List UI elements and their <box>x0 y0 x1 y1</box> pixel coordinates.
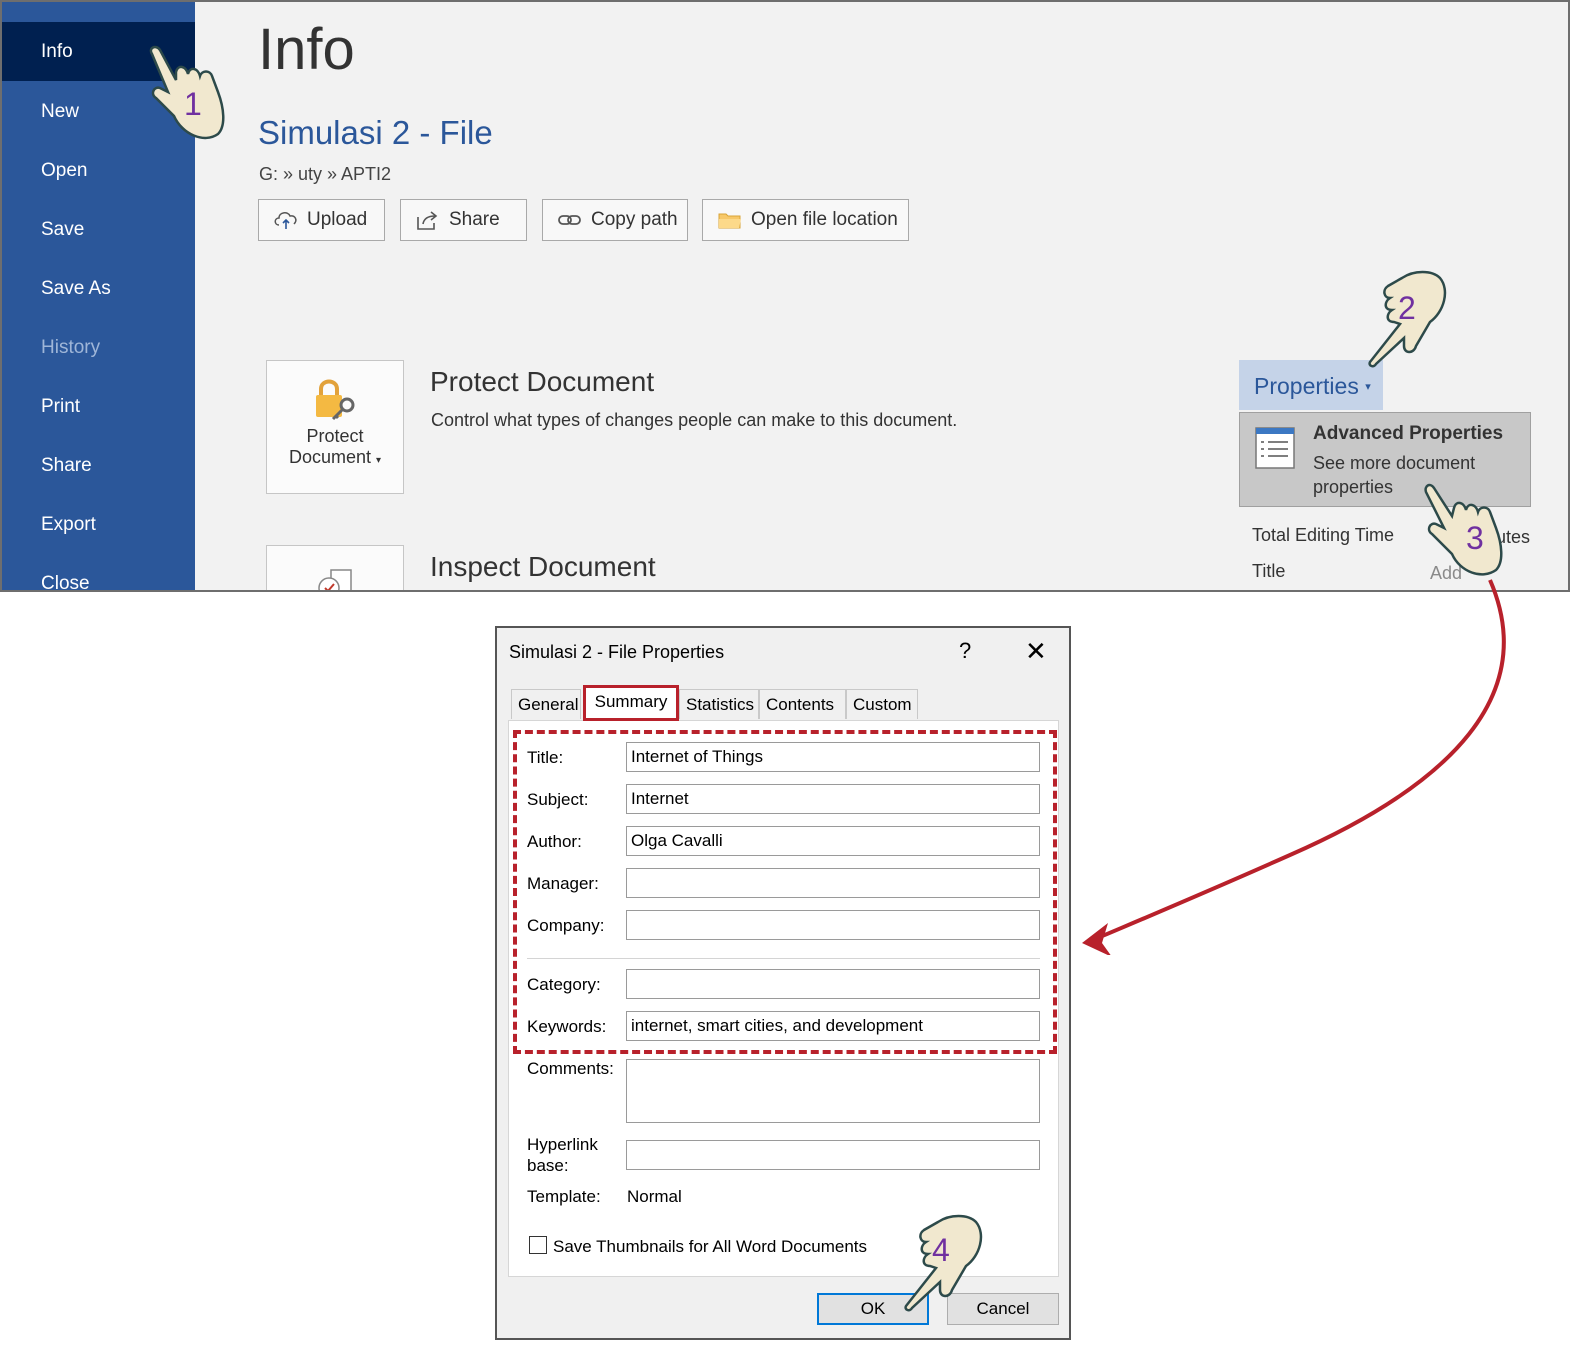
protect-button-line2-text: Document <box>288 447 371 467</box>
hyperlink-base-label-line2: base: <box>527 1156 569 1175</box>
save-thumbnails-label[interactable]: Save Thumbnails for All Word Documents <box>553 1237 867 1257</box>
sidebar-item-save-as[interactable]: Save As <box>2 259 195 318</box>
advanced-properties-title: Advanced Properties <box>1313 423 1504 444</box>
upload-button[interactable]: Upload <box>258 199 385 241</box>
copy-path-label: Copy path <box>591 209 678 230</box>
copy-path-button[interactable]: Copy path <box>542 199 688 241</box>
properties-dropdown-button[interactable]: Properties ▾ <box>1239 360 1383 410</box>
tab-general[interactable]: General <box>511 689 581 719</box>
sidebar-item-export[interactable]: Export <box>2 495 195 554</box>
template-value: Normal <box>627 1187 682 1206</box>
inspect-document-button[interactable] <box>266 545 404 590</box>
inspect-document-title: Inspect Document <box>430 551 656 582</box>
page-title: Info <box>258 17 355 82</box>
chevron-down-icon: ▾ <box>1365 381 1371 393</box>
share-button[interactable]: Share <box>400 199 527 241</box>
step-number-4: 4 <box>932 1232 950 1268</box>
help-icon[interactable]: ? <box>959 638 971 664</box>
comments-field[interactable] <box>626 1059 1040 1123</box>
properties-label: Properties <box>1254 373 1359 399</box>
chevron-down-icon: ▾ <box>376 455 382 466</box>
total-editing-time-label: Total Editing Time <box>1252 525 1395 545</box>
sidebar-item-close[interactable]: Close <box>2 554 195 590</box>
step-number-2: 2 <box>1398 290 1416 326</box>
hyperlink-base-field[interactable] <box>626 1140 1040 1170</box>
sidebar-item-print[interactable]: Print <box>2 377 195 436</box>
lock-icon <box>316 379 355 421</box>
word-backstage-window: Info New Open Save Save As History Print… <box>0 0 1570 592</box>
protect-document-description: Control what types of changes people can… <box>431 410 958 430</box>
open-file-location-button[interactable]: Open file location <box>702 199 909 241</box>
dialog-title: Simulasi 2 - File Properties <box>509 642 725 662</box>
share-label: Share <box>449 209 500 230</box>
sidebar-item-share[interactable]: Share <box>2 436 195 495</box>
tab-summary[interactable]: Summary <box>583 685 679 721</box>
hyperlink-base-label-line1: Hyperlink <box>527 1135 598 1154</box>
tab-contents[interactable]: Contents <box>759 689 846 719</box>
tab-statistics[interactable]: Statistics <box>679 689 759 719</box>
document-name: Simulasi 2 - File <box>258 114 493 151</box>
inspect-icon <box>318 569 352 590</box>
document-path: G: » uty » APTI2 <box>259 164 392 184</box>
template-label: Template: <box>527 1187 601 1206</box>
connector-arrow-icon <box>1082 579 1506 955</box>
protect-button-line2: Document ▾ <box>267 447 403 468</box>
cloud-upload-icon <box>274 212 297 229</box>
link-icon <box>558 215 581 225</box>
folder-icon <box>718 213 741 229</box>
highlight-frame <box>513 730 1057 1054</box>
sidebar-item-save[interactable]: Save <box>2 200 195 259</box>
tab-custom[interactable]: Custom <box>846 689 918 719</box>
share-icon <box>417 211 438 230</box>
protect-button-line1: Protect <box>306 426 364 446</box>
step-number-3: 3 <box>1466 520 1484 556</box>
step-number-1: 1 <box>184 86 202 122</box>
properties-list-icon <box>1255 427 1295 469</box>
close-icon[interactable]: ✕ <box>1025 636 1047 667</box>
sidebar-item-history: History <box>41 337 101 358</box>
open-file-location-label: Open file location <box>751 209 898 230</box>
protect-document-button[interactable]: Protect Document ▾ <box>266 360 404 494</box>
save-thumbnails-checkbox[interactable] <box>529 1236 547 1254</box>
comments-field-label: Comments: <box>527 1059 614 1078</box>
upload-label: Upload <box>307 209 368 230</box>
protect-document-title: Protect Document <box>430 366 655 397</box>
